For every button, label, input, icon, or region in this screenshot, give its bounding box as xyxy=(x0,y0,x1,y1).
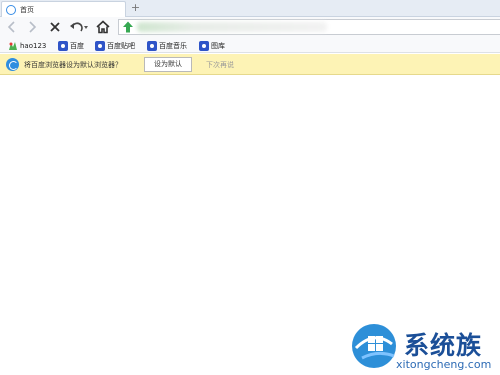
navigation-toolbar xyxy=(0,17,500,38)
set-default-button[interactable]: 设为默认 xyxy=(144,57,192,72)
tab-strip: 首页 + xyxy=(0,0,500,17)
bookmark-hao123[interactable]: hao123 xyxy=(8,39,46,52)
tab-home[interactable]: 首页 xyxy=(1,1,126,17)
undo-icon[interactable] xyxy=(68,19,90,35)
bookmark-label: 百度贴吧 xyxy=(107,41,135,50)
back-icon[interactable] xyxy=(4,19,20,35)
notification-message: 将百度浏览器设为默认浏览器？ xyxy=(24,61,122,69)
bookmarks-bar: hao123 百度 百度贴吧 百度音乐 图库 xyxy=(0,38,500,53)
baidu-paw-icon xyxy=(199,40,209,51)
bookmark-baidu-tieba[interactable]: 百度贴吧 xyxy=(95,39,135,52)
address-bar[interactable] xyxy=(118,19,500,35)
default-browser-notification: 将百度浏览器设为默认浏览器？ 设为默认 下次再说 xyxy=(0,54,500,75)
bookmark-baidu-music[interactable]: 百度音乐 xyxy=(147,39,187,52)
loading-circle-icon xyxy=(6,5,16,15)
bookmark-label: 百度音乐 xyxy=(159,41,187,50)
url-text-blurred xyxy=(137,22,327,32)
remind-later-link[interactable]: 下次再说 xyxy=(206,60,234,70)
new-tab-button[interactable]: + xyxy=(129,2,142,15)
bookmark-label: 图库 xyxy=(211,41,225,50)
baidu-paw-icon xyxy=(58,40,68,51)
watermark-logo-icon xyxy=(348,320,400,372)
tab-title: 首页 xyxy=(20,6,34,14)
bookmark-label: hao123 xyxy=(20,41,47,50)
hao123-icon xyxy=(8,41,18,51)
watermark-url: xitongcheng.com xyxy=(396,358,492,371)
site-watermark: 系统族 xitongcheng.com xyxy=(346,320,500,375)
stop-icon[interactable] xyxy=(47,19,63,35)
browser-logo-icon xyxy=(6,58,19,71)
bookmark-image-library[interactable]: 图库 xyxy=(199,39,225,52)
home-icon[interactable] xyxy=(95,19,111,35)
watermark-title: 系统族 xyxy=(404,331,483,360)
baidu-paw-icon xyxy=(147,40,157,51)
forward-icon[interactable] xyxy=(24,19,40,35)
bookmark-label: 百度 xyxy=(70,41,84,50)
bookmark-baidu[interactable]: 百度 xyxy=(58,39,84,52)
green-shield-icon xyxy=(122,21,134,33)
baidu-paw-icon xyxy=(95,40,105,51)
